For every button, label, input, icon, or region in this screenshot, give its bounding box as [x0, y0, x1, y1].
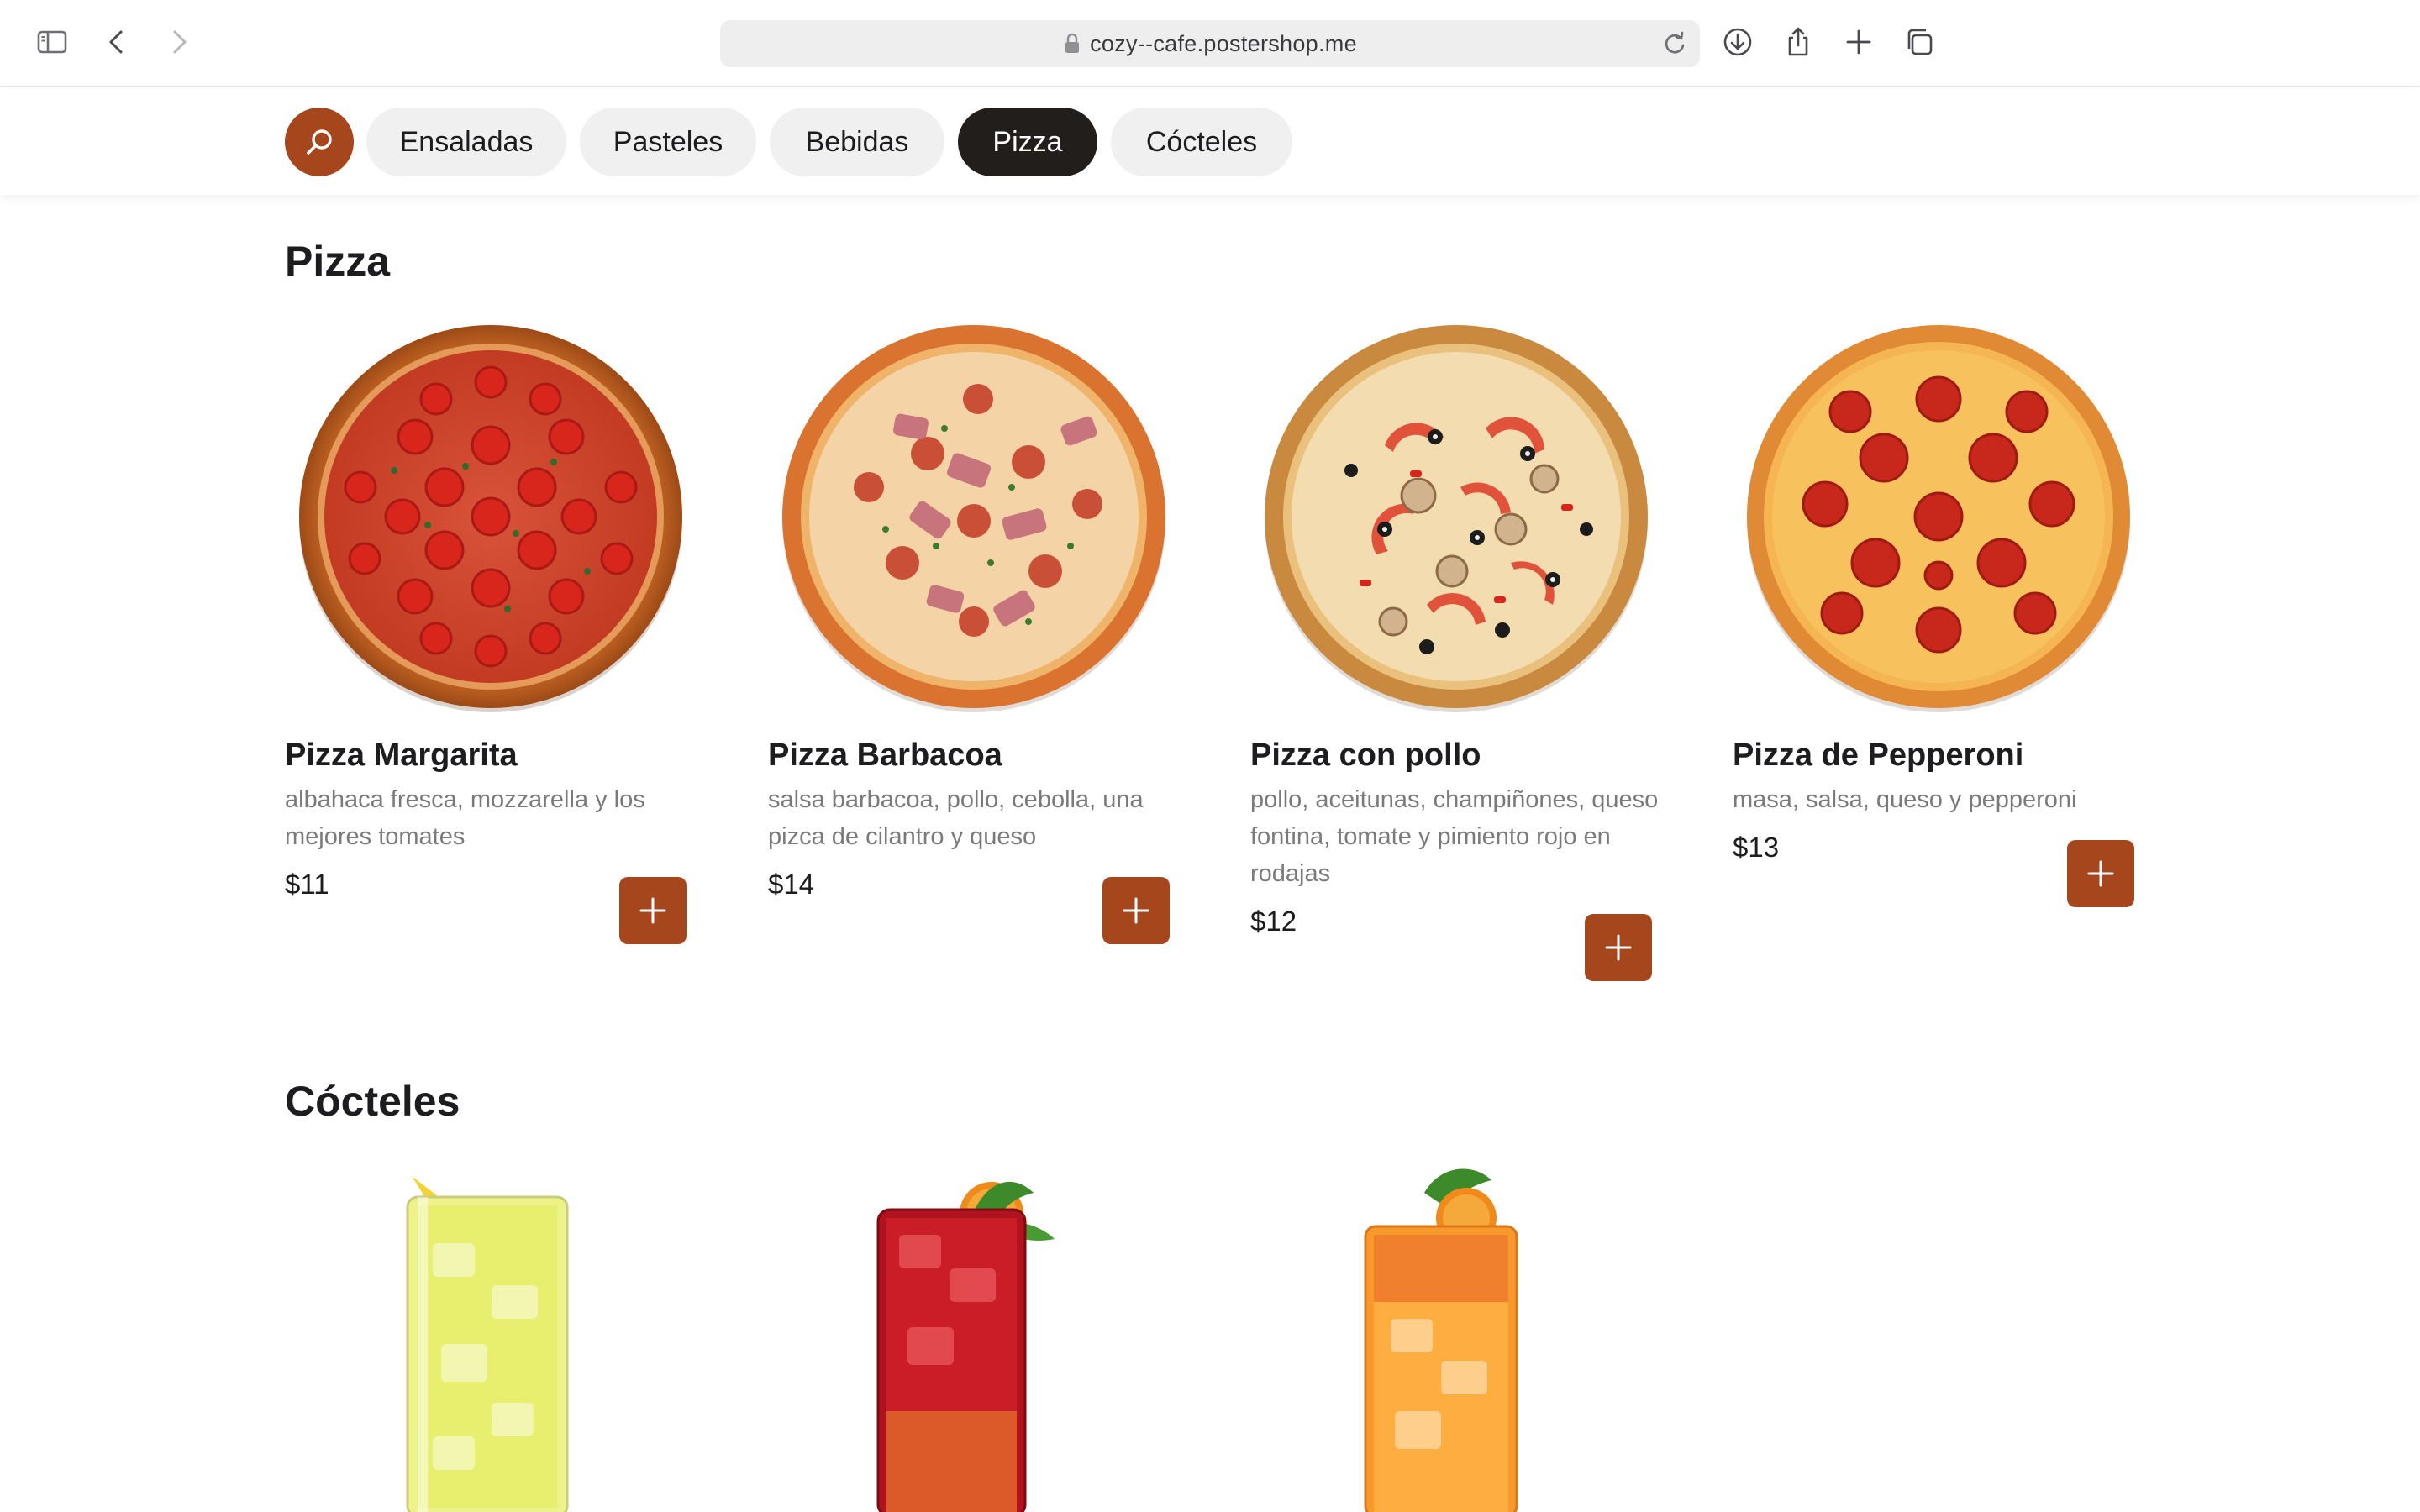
- pizza-barbacoa-image[interactable]: [768, 319, 1180, 714]
- share-icon[interactable]: [1778, 22, 1818, 62]
- product-description: masa, salsa, queso y pepperoni: [1733, 786, 2077, 813]
- tab-label: Bebidas: [805, 125, 909, 158]
- product-name: Pizza Margarita: [285, 738, 518, 773]
- product-price: $13: [1733, 832, 1780, 863]
- pizza-de-pepperoni-image[interactable]: [1733, 319, 2144, 714]
- tab-label: Ensaladas: [399, 125, 534, 158]
- address-bar[interactable]: cozy--cafe.postershop.me: [720, 20, 1700, 67]
- product-name: Pizza de Pepperoni: [1733, 738, 2024, 773]
- back-icon[interactable]: [97, 22, 138, 62]
- pizza-con-pollo-image[interactable]: [1250, 319, 1662, 714]
- cocktail-red-image[interactable]: [849, 1159, 1101, 1512]
- product-card[interactable]: Pizza de Pepperoni masa, salsa, queso y …: [1733, 319, 2144, 924]
- product-price: $12: [1250, 906, 1297, 937]
- product-card[interactable]: Pizza con pollo pollo, aceitunas, champi…: [1250, 319, 1662, 991]
- url-text: cozy--cafe.postershop.me: [1090, 30, 1357, 56]
- cocktail-orange-image[interactable]: [1332, 1159, 1584, 1512]
- add-to-cart-button[interactable]: [1102, 877, 1170, 944]
- tab-bebidas[interactable]: Bebidas: [770, 108, 944, 176]
- tab-cocteles[interactable]: Cócteles: [1111, 108, 1292, 176]
- section-title-pizza: Pizza: [285, 238, 391, 285]
- product-description: salsa barbacoa, pollo, cebolla, una pizc…: [768, 786, 1144, 850]
- product-description: pollo, aceitunas, champiñones, queso fon…: [1250, 786, 1659, 887]
- pizza-margarita-image[interactable]: [285, 319, 697, 714]
- product-price: $14: [768, 869, 815, 900]
- plus-icon: [1123, 897, 1150, 924]
- category-nav: Ensaladas Pasteles Bebidas Pizza Cóctele…: [0, 89, 2420, 195]
- tab-ensaladas[interactable]: Ensaladas: [366, 108, 566, 176]
- plus-icon: [639, 897, 666, 924]
- product-name: Pizza Barbacoa: [768, 738, 1002, 773]
- search-icon: [307, 129, 332, 155]
- add-to-cart-button[interactable]: [619, 877, 687, 944]
- section-title-cocteles: Cócteles: [285, 1078, 460, 1125]
- product-card[interactable]: Pizza Margarita albahaca fresca, mozzare…: [285, 319, 697, 958]
- sidebar-icon[interactable]: [32, 22, 72, 62]
- product-price: $11: [285, 869, 329, 900]
- product-card[interactable]: Pizza Barbacoa salsa barbacoa, pollo, ce…: [768, 319, 1180, 958]
- cocktail-lemonade-image[interactable]: [366, 1159, 618, 1512]
- download-icon[interactable]: [1718, 22, 1758, 62]
- reload-icon[interactable]: [1658, 27, 1691, 60]
- product-description: albahaca fresca, mozzarella y los mejore…: [285, 786, 645, 850]
- add-to-cart-button[interactable]: [1585, 914, 1652, 981]
- plus-icon: [1605, 934, 1632, 961]
- add-to-cart-button[interactable]: [2067, 840, 2134, 907]
- search-button[interactable]: [285, 108, 354, 176]
- new-tab-icon[interactable]: [1839, 22, 1879, 62]
- tab-pasteles[interactable]: Pasteles: [580, 108, 756, 176]
- product-name: Pizza con pollo: [1250, 738, 1481, 773]
- tabs-overview-icon[interactable]: [1899, 22, 1939, 62]
- tab-label: Cócteles: [1145, 125, 1258, 158]
- plus-icon: [2087, 860, 2114, 887]
- browser-toolbar: cozy--cafe.postershop.me: [0, 0, 2420, 87]
- tab-label: Pasteles: [613, 125, 723, 158]
- tab-label: Pizza: [992, 125, 1063, 158]
- lock-icon: [1065, 33, 1080, 53]
- forward-icon[interactable]: [158, 22, 198, 62]
- tab-pizza[interactable]: Pizza: [958, 108, 1097, 176]
